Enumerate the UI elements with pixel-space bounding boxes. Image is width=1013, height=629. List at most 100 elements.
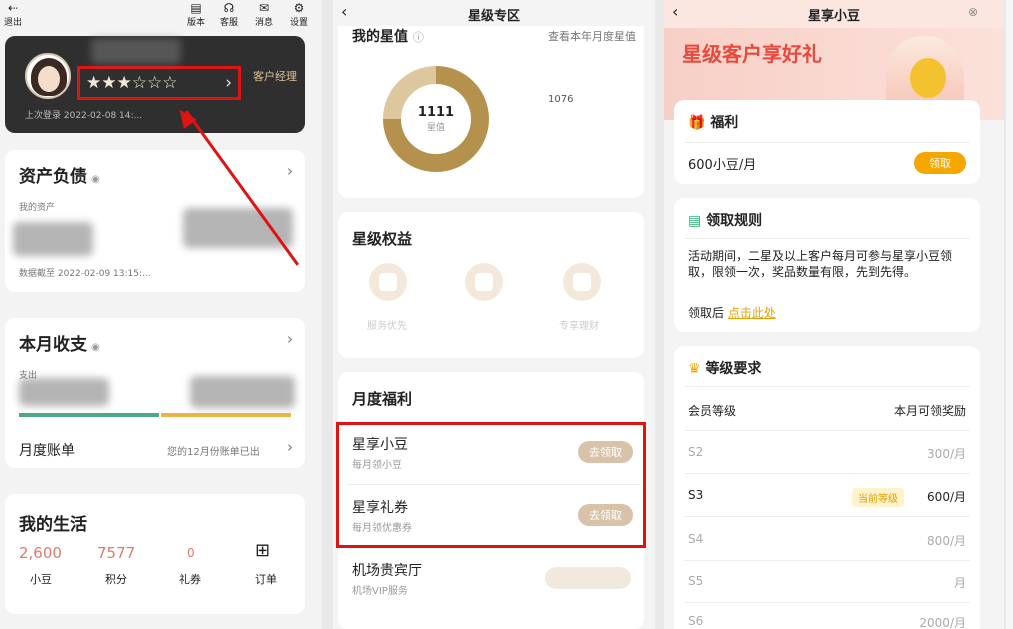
airport-lounge-sub: 机场VIP服务 (352, 586, 408, 597)
click-here-link[interactable]: 点击此处 (728, 306, 776, 320)
star-value-title: 我的星值 ⓘ (352, 29, 424, 45)
life-title: 我的生活 (19, 515, 87, 535)
data-date: 数据截至 2022-02-09 13:15:... (19, 269, 151, 279)
gift-icon: 🎁 (688, 115, 706, 131)
list-icon: ▤ (688, 213, 702, 229)
chevron-right-icon: › (225, 73, 232, 93)
assets-title: 资产负债 ◉ (19, 167, 100, 187)
reward-s2: 300/月 (927, 447, 966, 461)
star-value-card: 我的星值 ⓘ 查看本年月度星值 1111 星值 1076 (338, 26, 644, 198)
level-s4: S4 (688, 532, 704, 546)
rules-title: ▤ 领取规则 (688, 213, 763, 229)
info-icon[interactable]: ⓘ (413, 31, 424, 44)
benefit-title: 🎁 福利 (688, 115, 739, 131)
banner-title: 星级客户享好礼 (682, 42, 822, 66)
star-zone-panel: ‹ 星级专区 我的星值 ⓘ 查看本年月度星值 1111 星值 1076 星级权益 … (333, 0, 655, 629)
last-login: 上次登录 2022-02-08 14:... (25, 111, 143, 121)
monthly-card[interactable]: 本月收支 ◉ › 支出 月度账单 您的12月份账单已出 › (5, 318, 305, 468)
rules-card: ▤ 领取规则 活动期间，二星及以上客户每月可参与星享小豆领取，限领一次，奖品数量… (674, 198, 980, 332)
version-button[interactable]: ▤ 版本 (183, 1, 209, 29)
monthly-bill-label[interactable]: 月度账单 (19, 440, 75, 460)
account-card[interactable]: ★★★☆☆☆ › 客户经理 上次登录 2022-02-08 14:... (5, 36, 305, 133)
home-panel: ⇠ 退出 ▤ 版本 ☊ 客服 ✉ 消息 ⚙ 设置 ★★★☆☆☆ › 客户经理 上次登录 20… (0, 0, 322, 629)
wealth-perk-label: 专享理财 (559, 321, 599, 332)
levels-card: ♛ 等级要求 会员等级 本月可领奖励 S2 300/月 S3 当前等级 600/… (674, 346, 980, 629)
claim-button[interactable]: 领取 (914, 152, 966, 174)
expense-bar (19, 413, 159, 417)
reward-s5: 月 (953, 576, 966, 590)
back-icon[interactable]: ‹ (672, 2, 678, 21)
wealth-perk-icon[interactable] (563, 263, 601, 301)
beans-value[interactable]: 2,600 (19, 544, 62, 562)
level-s5: S5 (688, 574, 704, 588)
headset-icon: ☊ (223, 1, 235, 15)
version-icon: ▤ (190, 1, 202, 15)
chevron-right-icon[interactable]: › (287, 330, 293, 348)
star-level[interactable]: ★★★☆☆☆ › (77, 66, 241, 100)
points-label: 积分 (105, 573, 127, 586)
page-title: 星享小豆 (807, 8, 860, 24)
logout-icon: ⇠ (7, 1, 19, 15)
airport-lounge-title[interactable]: 机场贵宾厅 (352, 560, 422, 580)
col-level: 会员等级 (688, 404, 737, 418)
account-manager-link[interactable]: 客户经理 (253, 68, 297, 84)
col-reward: 本月可领奖励 (893, 404, 966, 418)
my-assets-label: 我的资产 (19, 203, 56, 213)
life-card: 我的生活 2,600 7577 0 ⊞ 小豆 积分 礼券 订单 (5, 494, 305, 614)
beans-label: 小豆 (30, 573, 52, 586)
order-icon[interactable]: ⊞ (255, 540, 270, 561)
orders-label: 订单 (255, 573, 277, 586)
mail-icon: ✉ (258, 1, 270, 15)
nav-bar: ‹ 星级专区 (333, 0, 655, 28)
star-value: 1111 (417, 105, 455, 120)
level-s2: S2 (688, 445, 704, 459)
edge-panel (1006, 0, 1013, 629)
lounge-button[interactable] (545, 567, 631, 589)
crown-icon: ♛ (688, 361, 701, 377)
close-icon[interactable]: ⊗ (968, 5, 978, 19)
star-value-label: 星值 (426, 123, 445, 133)
eye-icon[interactable]: ◉ (91, 342, 100, 353)
monthly-title: 本月收支 ◉ (19, 335, 100, 355)
nav-bar: ‹ 星享小豆 ⊗ (664, 0, 1004, 28)
level-s6: S6 (688, 614, 704, 628)
gear-icon: ⚙ (293, 1, 305, 15)
eye-icon[interactable]: ◉ (91, 174, 100, 185)
reward-s6: 2000/月 (919, 616, 966, 629)
priority-service-icon[interactable] (369, 263, 407, 301)
chevron-right-icon[interactable]: › (287, 438, 293, 456)
star-beans-panel: ‹ 星享小豆 ⊗ 星级客户享好礼 🎁 福利 600小豆/月 领取 ▤ 领取规则 … (664, 0, 1004, 629)
levels-title: ♛ 等级要求 (688, 361, 762, 377)
service-button[interactable]: ☊ 客服 (216, 1, 242, 29)
rules-after: 领取后 点击此处 (688, 306, 776, 320)
page-title: 星级专区 (467, 8, 520, 24)
rights-title: 星级权益 (352, 230, 413, 248)
rules-text: 活动期间，二星及以上客户每月可参与星享小豆领取，限领一次，奖品数量有限，先到先得… (688, 249, 953, 279)
highlight-box (336, 422, 646, 548)
chevron-right-icon[interactable]: › (287, 162, 293, 180)
benefit-card: 🎁 福利 600小豆/月 领取 (674, 100, 980, 184)
coupons-value[interactable]: 0 (187, 546, 195, 560)
priority-service-label: 服务优先 (367, 321, 407, 332)
avatar (25, 53, 71, 99)
income-bar (161, 413, 291, 417)
reward-s3: 600/月 (927, 490, 966, 504)
assets-card[interactable]: 资产负债 ◉ › 我的资产 数据截至 2022-02-09 13:15:... (5, 150, 305, 292)
settings-button[interactable]: ⚙ 设置 (286, 1, 312, 29)
locked-perk-icon[interactable] (465, 263, 503, 301)
star-icons: ★★★☆☆☆ (86, 73, 178, 93)
side-value: 1076 (548, 94, 574, 105)
bean-icon (910, 58, 946, 98)
star-value-donut: 1111 星值 (383, 66, 489, 172)
bill-note: 您的12月份账单已出 (167, 447, 260, 458)
coupons-label: 礼券 (179, 573, 201, 586)
reward-s4: 800/月 (927, 534, 966, 548)
logout-button[interactable]: ⇠ 退出 (0, 1, 26, 29)
points-value[interactable]: 7577 (97, 544, 135, 562)
level-s3: S3 (688, 488, 704, 502)
monthly-benefits-title: 月度福利 (352, 390, 413, 408)
message-button[interactable]: ✉ 消息 (251, 1, 277, 29)
back-icon[interactable]: ‹ (341, 2, 347, 21)
yearly-star-link[interactable]: 查看本年月度星值 (548, 28, 636, 44)
benefit-amount: 600小豆/月 (688, 158, 757, 173)
